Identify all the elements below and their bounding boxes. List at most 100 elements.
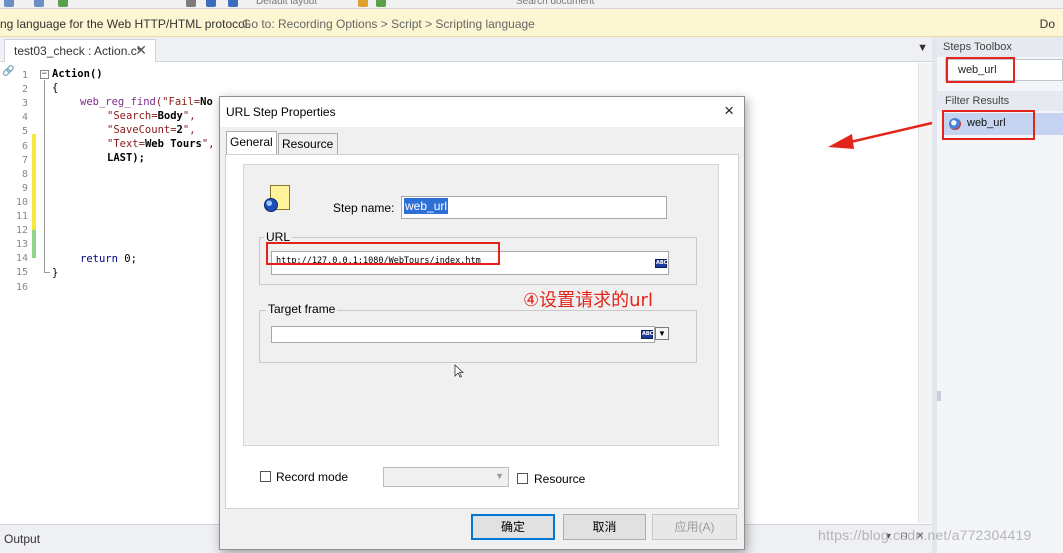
fold-end xyxy=(44,272,50,273)
fold-line xyxy=(44,80,45,272)
pin-icon: 🔗 xyxy=(2,66,15,77)
chevron-down-icon: ▼ xyxy=(495,471,504,481)
step-name-label: Step name: xyxy=(333,201,395,215)
code-token: Action xyxy=(52,68,90,80)
top-toolbar: Default layout Search document xyxy=(0,0,1063,9)
fold-toggle[interactable]: − xyxy=(40,70,49,79)
code-token: web_reg_find xyxy=(80,96,156,108)
close-icon[interactable]: ✕ xyxy=(135,42,147,59)
highlight-search-box xyxy=(946,57,1015,83)
line-number: 14 xyxy=(15,253,28,265)
redo-icon[interactable] xyxy=(34,0,44,7)
line-number: 11 xyxy=(15,211,28,222)
line-number: 15 xyxy=(15,267,28,279)
output-label[interactable]: Output xyxy=(4,532,40,546)
watermark: https://blog.csdn.net/a772304419 xyxy=(818,527,1032,543)
info-message: ng language for the Web HTTP/HTML protoc… xyxy=(0,17,251,31)
line-number: 8 xyxy=(21,168,28,180)
diamond-icon[interactable] xyxy=(358,0,368,7)
target-frame-input[interactable]: ABC xyxy=(271,326,655,343)
tab-general[interactable]: General xyxy=(226,131,277,154)
code-line-15[interactable]: } xyxy=(52,267,58,279)
dialog-title: URL Step Properties xyxy=(226,105,336,119)
target-frame-label: Target frame xyxy=(266,302,338,316)
url-step-properties-dialog: URL Step Properties × General Resource S… xyxy=(219,96,745,550)
code-token: Web Tours xyxy=(144,138,202,150)
close-icon[interactable]: × xyxy=(724,101,734,121)
ok-button[interactable]: 确定 xyxy=(471,514,555,540)
code-line-14[interactable]: return 0; xyxy=(80,253,137,265)
goto-link[interactable]: Go to: Recording Options > Script > Scri… xyxy=(242,17,535,31)
panel-scroll-grip[interactable] xyxy=(937,391,941,401)
parameter-abc-icon[interactable]: ABC xyxy=(641,330,653,339)
target-frame-dropdown[interactable]: ▼ xyxy=(655,327,669,340)
code-token: ", xyxy=(201,138,215,150)
info-right-text: Do xyxy=(1039,17,1055,31)
general-group: Step name: web_url URL http://127.0.0.1:… xyxy=(243,164,719,487)
code-line-7[interactable]: LAST); xyxy=(107,152,145,164)
line-number: 12 xyxy=(15,225,28,237)
run-icon[interactable] xyxy=(58,0,68,7)
line-number: 3 xyxy=(21,98,28,110)
general-tab-panel: Step name: web_url URL http://127.0.0.1:… xyxy=(225,154,739,509)
code-token: ", xyxy=(182,124,196,136)
check-icon[interactable] xyxy=(376,0,386,7)
highlight-url-box xyxy=(266,242,500,265)
code-line-1[interactable]: Action() xyxy=(52,68,103,80)
step-name-input[interactable]: web_url xyxy=(401,196,667,219)
code-token: "SaveCount= xyxy=(107,124,177,136)
record-mode-checkbox[interactable] xyxy=(260,471,271,482)
line-number: 13 xyxy=(15,239,28,251)
tab-label: test03_check : Action.c* xyxy=(14,44,142,58)
line-number: 6 xyxy=(21,140,28,152)
annotation-text: ④设置请求的url xyxy=(523,290,653,311)
code-token: () xyxy=(89,68,103,80)
code-line-6[interactable]: "Text=Web Tours", xyxy=(107,138,215,150)
code-token: Body xyxy=(157,110,183,122)
line-number: 5 xyxy=(21,126,28,138)
apply-button[interactable]: 应用(A) xyxy=(652,514,737,540)
filter-results-title: Filter Results xyxy=(937,91,1063,111)
code-token: "Search= xyxy=(107,110,158,122)
save-icon[interactable] xyxy=(186,0,196,7)
line-number: 10 xyxy=(15,196,28,208)
dialog-titlebar: URL Step Properties × xyxy=(220,97,744,127)
code-token: No xyxy=(200,96,213,108)
code-line-4[interactable]: "Search=Body", xyxy=(107,110,196,122)
highlight-result-box xyxy=(942,110,1035,140)
line-gutter: 1 2 3 4 5 6 7 8 9 10 11 12 13 14 15 16 xyxy=(0,63,32,523)
resource-checkbox[interactable] xyxy=(517,473,528,484)
steps-toolbox-title: Steps Toolbox xyxy=(937,37,1063,57)
editor-tabbar: test03_check : Action.c* ✕ ▼ xyxy=(0,37,932,62)
change-marker xyxy=(32,134,36,230)
code-line-5[interactable]: "SaveCount=2", xyxy=(107,124,196,136)
tab-action-c[interactable]: test03_check : Action.c* ✕ xyxy=(4,39,156,62)
line-number: 9 xyxy=(21,182,28,194)
code-token: "Text= xyxy=(107,138,145,150)
annotation-arrow xyxy=(828,121,933,149)
tab-resource[interactable]: Resource xyxy=(278,133,338,154)
tool-icon[interactable] xyxy=(228,0,238,7)
code-line-2[interactable]: { xyxy=(52,82,58,94)
web-step-icon xyxy=(264,185,292,215)
record-mode-combo[interactable]: ▼ xyxy=(383,467,509,487)
grid-icon[interactable] xyxy=(206,0,216,7)
code-token: ", xyxy=(182,110,196,122)
code-token: ("Fail= xyxy=(155,96,201,108)
step-name-value: web_url xyxy=(404,198,449,214)
change-marker xyxy=(32,230,36,258)
mouse-cursor-icon xyxy=(454,364,464,378)
info-bar: ng language for the Web HTTP/HTML protoc… xyxy=(0,9,1063,37)
tab-list-icon[interactable]: ▼ xyxy=(917,42,928,54)
cancel-button[interactable]: 取消 xyxy=(563,514,646,540)
line-number: 4 xyxy=(21,112,28,124)
parameter-abc-icon[interactable]: ABC xyxy=(655,259,667,268)
record-mode-label: Record mode xyxy=(276,470,349,484)
line-number: 2 xyxy=(21,84,28,96)
line-number: 7 xyxy=(21,154,28,166)
layout-dropdown[interactable]: Default layout xyxy=(256,0,317,8)
line-number: 16 xyxy=(15,281,28,293)
code-line-3[interactable]: web_reg_find("Fail=No xyxy=(80,96,213,108)
undo-icon[interactable] xyxy=(4,0,14,7)
search-document[interactable]: Search document xyxy=(516,0,594,8)
